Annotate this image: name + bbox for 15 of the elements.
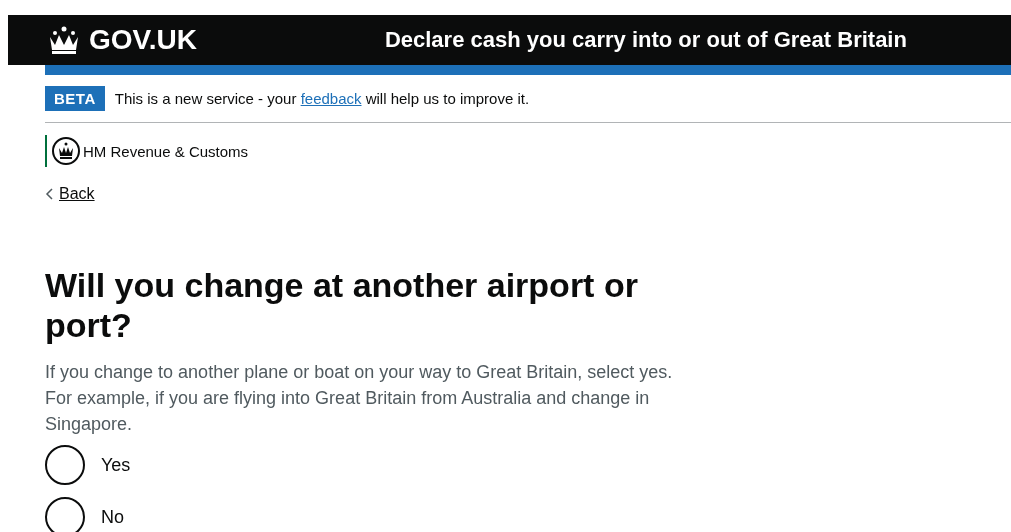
radio-button[interactable]: [45, 497, 85, 532]
radio-label[interactable]: No: [101, 506, 124, 528]
organisation-name: HM Revenue & Customs: [83, 142, 249, 160]
feedback-link[interactable]: feedback: [300, 90, 362, 107]
hint-text: If you change to another plane or boat on your way to Great Britain, select yes. For example, if you are flying into Great Britain from Australia and change in Singapore.: [45, 361, 674, 436]
crest-icon: [51, 136, 81, 166]
back-link[interactable]: Back: [59, 185, 95, 203]
phase-banner-text: This is a new service - your feedback will help us to improve it.: [114, 90, 530, 107]
chevron-left-icon: [45, 188, 53, 200]
radio-button[interactable]: [45, 445, 85, 485]
radio-label[interactable]: Yes: [101, 454, 131, 476]
service-name[interactable]: Declare cash you carry into or out of Great Britain: [384, 27, 907, 53]
phase-tag: BETA: [45, 86, 105, 111]
govuk-logo[interactable]: GOV.UK: [89, 24, 197, 56]
question-heading: Will you change at another airport or port?: [45, 265, 639, 345]
